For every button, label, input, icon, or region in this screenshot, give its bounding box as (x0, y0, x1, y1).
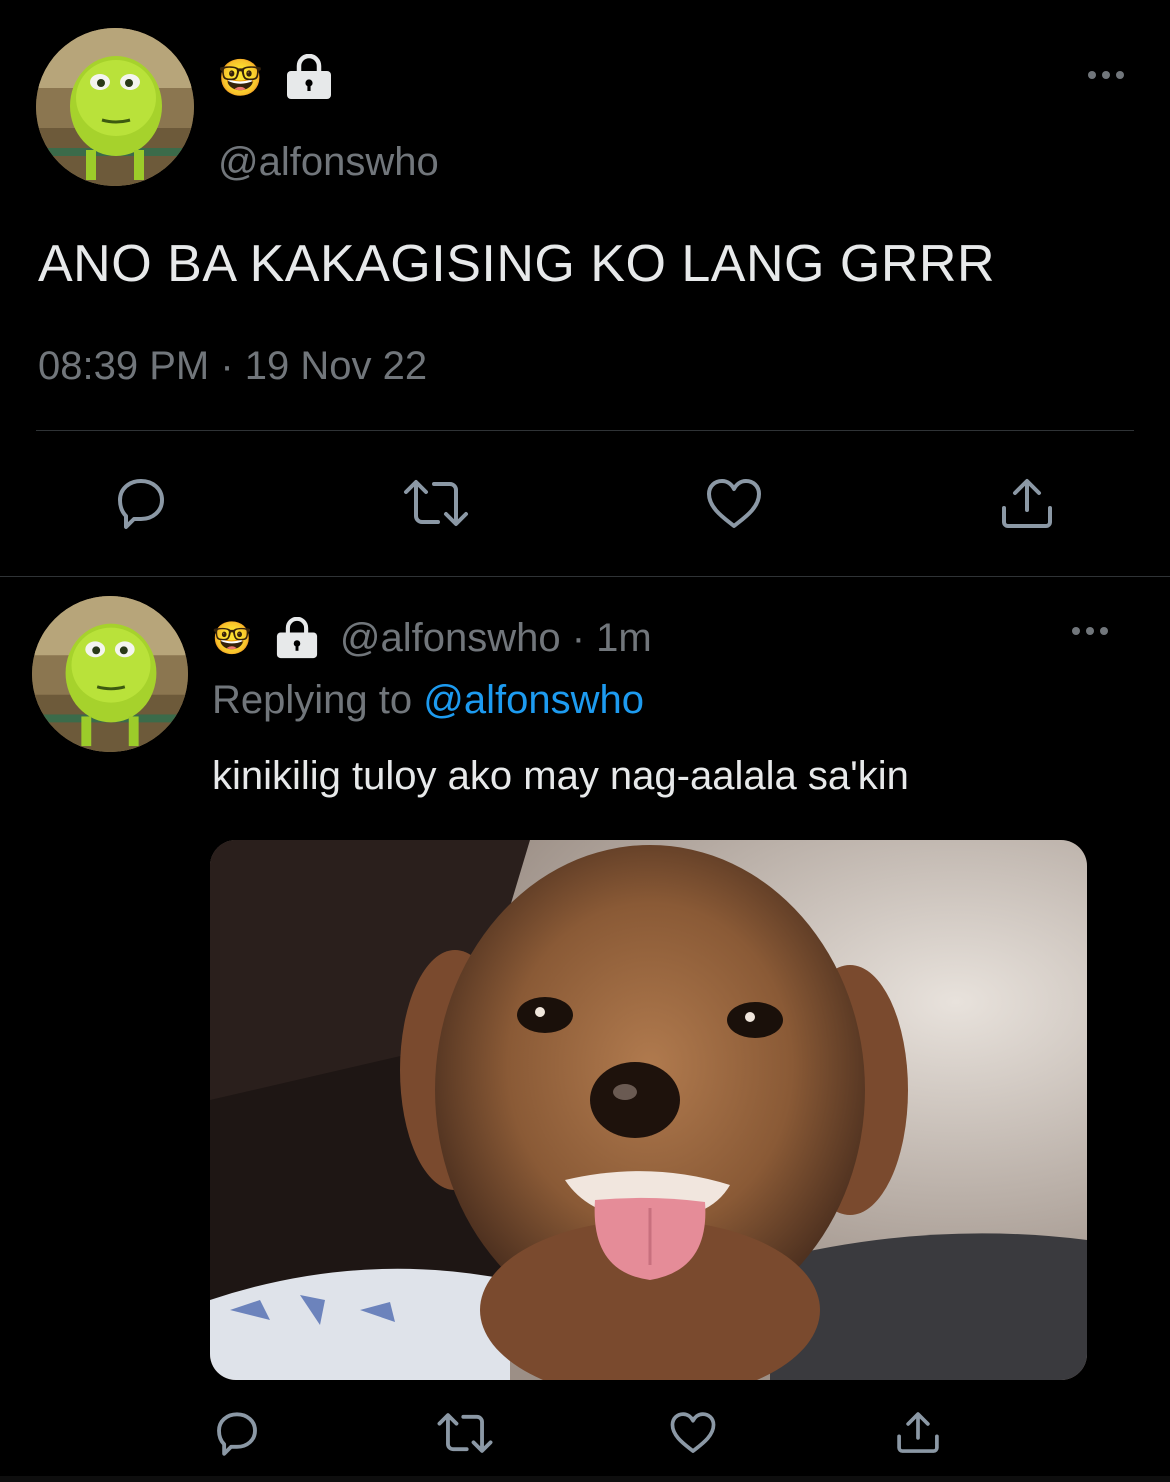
reply-header: 🤓 @alfonswho · 1m (212, 616, 652, 660)
replying-to: Replying to @alfonswho (212, 678, 644, 723)
user-handle[interactable]: @alfonswho (218, 140, 439, 185)
lock-icon (274, 617, 320, 659)
separator-dot: · (560, 615, 597, 660)
lock-icon (285, 53, 333, 105)
share-icon[interactable] (998, 476, 1056, 537)
main-tweet: 🤓 @alfonswho ANO BA KAKAGISING KO LANG G… (0, 0, 1170, 576)
retweet-icon[interactable] (400, 476, 472, 535)
nerd-face-emoji: 🤓 (212, 620, 252, 656)
time-ago[interactable]: 1m (596, 616, 652, 660)
divider (0, 576, 1170, 577)
avatar[interactable] (32, 596, 188, 752)
more-icon[interactable] (1086, 68, 1126, 86)
share-icon[interactable] (894, 1410, 942, 1461)
replying-to-handle[interactable]: @alfonswho (423, 678, 644, 722)
avatar[interactable] (36, 28, 194, 186)
reply-icon[interactable] (112, 476, 170, 537)
divider (36, 430, 1134, 431)
tweet-media-dog-photo[interactable] (210, 840, 1087, 1380)
replying-prefix: Replying to (212, 678, 424, 722)
like-icon[interactable] (668, 1410, 718, 1461)
like-icon[interactable] (704, 476, 764, 537)
reply-icon[interactable] (212, 1410, 262, 1463)
tweet-text: ANO BA KAKAGISING KO LANG GRRR (38, 235, 996, 293)
user-handle[interactable]: @alfonswho (340, 616, 561, 660)
retweet-icon[interactable] (434, 1410, 496, 1461)
divider (0, 1476, 1170, 1482)
nerd-face-emoji: 🤓 (218, 57, 263, 98)
tweet-text: kinikilig tuloy ako may nag-aalala sa'ki… (212, 754, 909, 798)
more-icon[interactable] (1070, 624, 1110, 642)
tweet-timestamp[interactable]: 08:39 PM · 19 Nov 22 (38, 344, 427, 389)
